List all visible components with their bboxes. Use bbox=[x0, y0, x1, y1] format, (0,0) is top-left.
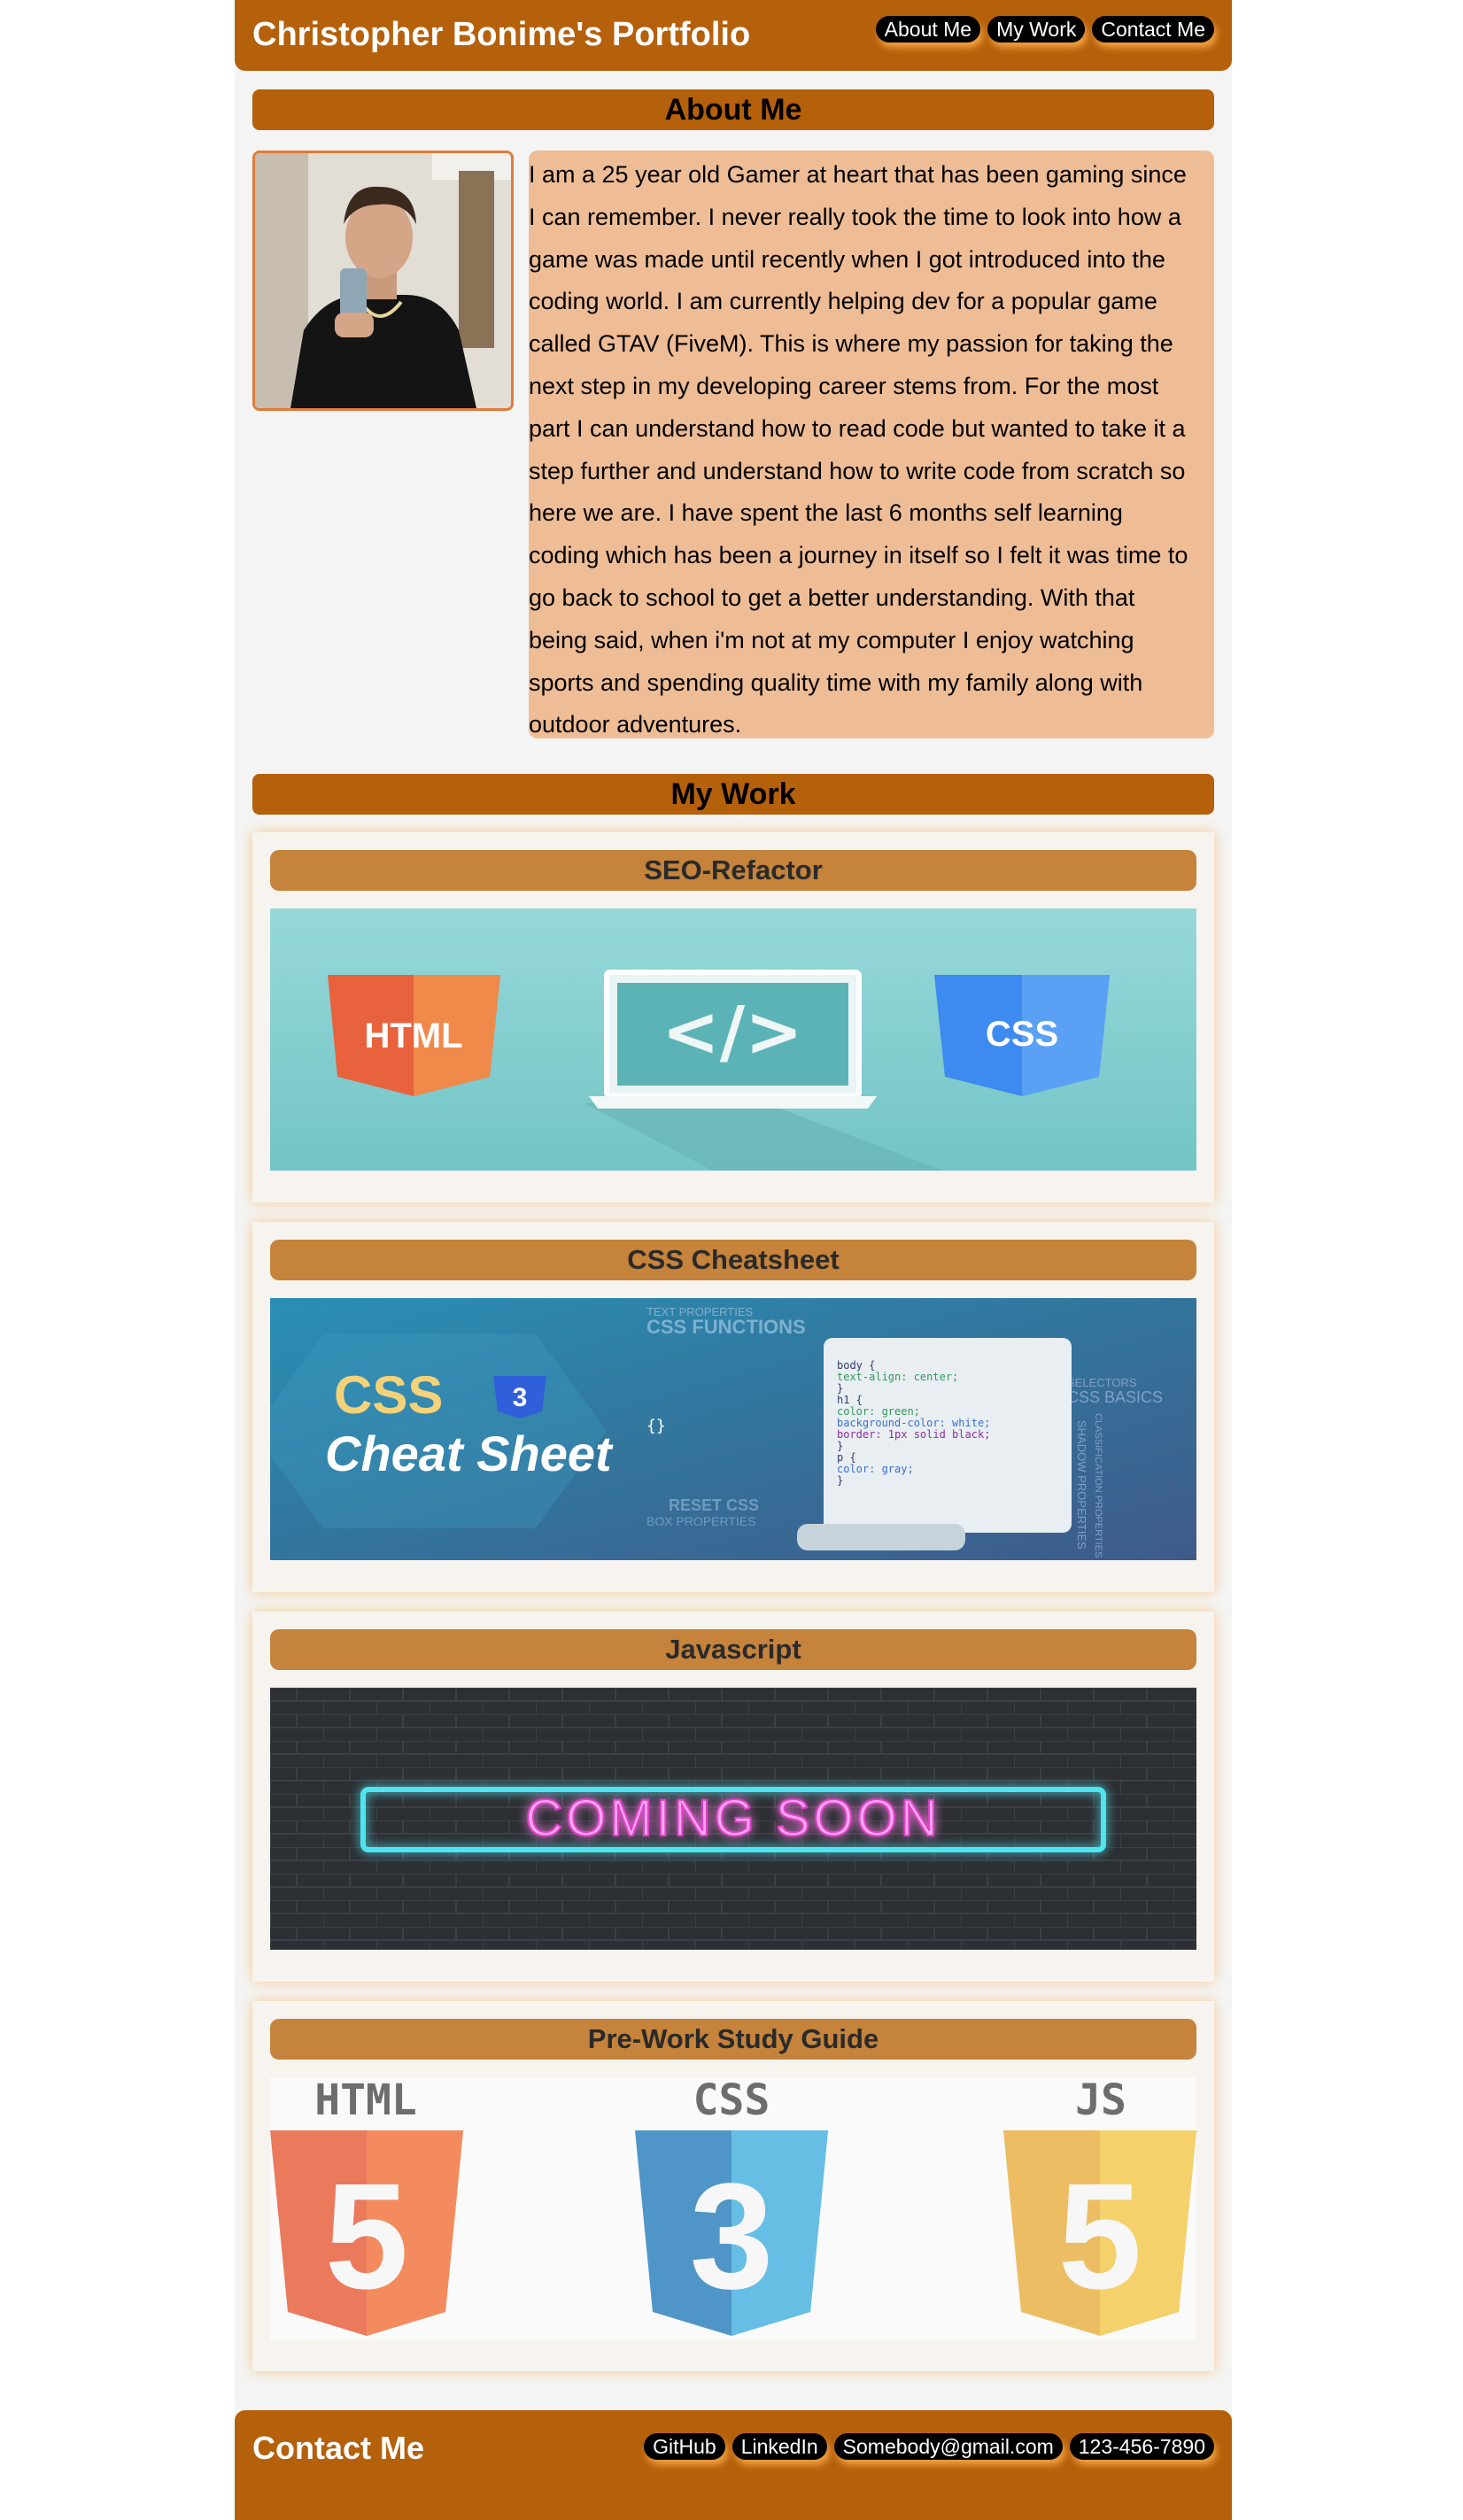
code-line: text-align: center; bbox=[837, 1371, 958, 1383]
site-footer: Contact Me GitHub LinkedIn Somebody@gmai… bbox=[235, 2410, 1232, 2520]
about-text: I am a 25 year old Gamer at heart that h… bbox=[529, 151, 1214, 738]
cheat-sheet-text: Cheat Sheet bbox=[325, 1426, 614, 1481]
page: Christopher Bonime's Portfolio About Me … bbox=[235, 0, 1232, 2520]
css-tag-text: CSS FUNCTIONS bbox=[646, 1316, 806, 1338]
css-badge-text: CSS bbox=[986, 1015, 1058, 1054]
about-line: I am a 25 year old Gamer at heart that h… bbox=[529, 161, 1187, 188]
about-line: coding world. I am currently helping dev… bbox=[529, 288, 1157, 315]
code-line: } bbox=[837, 1382, 843, 1395]
main-nav: About Me My Work Contact Me bbox=[875, 16, 1214, 43]
seo-refactor-image[interactable]: HTML </> CSS bbox=[270, 908, 1196, 1171]
coming-soon-image[interactable]: COMING SOON bbox=[270, 1688, 1196, 1950]
css-cheatsheet-image[interactable]: TEXT PROPERTIES CSS FUNCTIONS RESET CSS … bbox=[270, 1298, 1196, 1560]
project-card-study-guide[interactable]: Pre-Work Study Guide HTML 5 CSS 3 JS 5 bbox=[252, 2001, 1214, 2371]
coming-soon-text: COMING SOON bbox=[525, 1790, 940, 1847]
css-tag-text: SHADOW PROPERTIES bbox=[1075, 1420, 1088, 1550]
about-line: game was made until recently when I got … bbox=[529, 245, 1165, 273]
project-title: Pre-Work Study Guide bbox=[270, 2019, 1196, 2060]
code-line: } bbox=[837, 1440, 843, 1452]
project-title: Javascript bbox=[270, 1629, 1196, 1670]
css-tag-text: SELECTORS bbox=[1067, 1376, 1137, 1389]
about-line: called GTAV (FiveM). This is where my pa… bbox=[529, 330, 1173, 358]
site-title: Christopher Bonime's Portfolio bbox=[252, 16, 751, 53]
phone-link[interactable]: 123-456-7890 bbox=[1069, 2433, 1214, 2460]
about-line: sports and spending quality time with my… bbox=[529, 669, 1143, 696]
code-line: h1 { bbox=[837, 1394, 863, 1406]
project-title: SEO-Refactor bbox=[270, 850, 1196, 891]
css-tag-text: CLASSIFICATION PROPERTIES bbox=[1093, 1413, 1103, 1558]
code-line: p { bbox=[837, 1451, 856, 1464]
footer-title: Contact Me bbox=[252, 2430, 425, 2466]
about-line: go back to school to get a better unders… bbox=[529, 584, 1135, 611]
github-link[interactable]: GitHub bbox=[644, 2433, 725, 2460]
profile-photo bbox=[252, 151, 514, 411]
code-glyph-text: </> bbox=[662, 993, 802, 1072]
about-line: I can remember. I never really took the … bbox=[529, 203, 1181, 230]
linkedin-link[interactable]: LinkedIn bbox=[732, 2433, 827, 2460]
about-line: coding which has been a journey in itsel… bbox=[529, 542, 1188, 569]
css-tag-text: RESET CSS bbox=[669, 1496, 759, 1514]
code-line: background-color: white; bbox=[837, 1417, 990, 1429]
css-shield-digit: 3 bbox=[513, 1383, 528, 1412]
about-line: here we are. I have spent the last 6 mon… bbox=[529, 499, 1123, 527]
work-heading: My Work bbox=[252, 774, 1214, 815]
code-line: body { bbox=[837, 1359, 875, 1372]
css-tag-text: BOX PROPERTIES bbox=[646, 1514, 755, 1528]
css-brand-text: CSS bbox=[334, 1365, 443, 1425]
braces-text: {} bbox=[646, 1417, 666, 1435]
project-title: CSS Cheatsheet bbox=[270, 1240, 1196, 1280]
about-line: part I can understand how to read code b… bbox=[529, 414, 1186, 442]
code-line: border: 1px solid black; bbox=[837, 1428, 990, 1441]
study-guide-image[interactable]: HTML 5 CSS 3 JS 5 bbox=[270, 2077, 1196, 2339]
about-heading: About Me bbox=[252, 89, 1214, 130]
nav-contact-link[interactable]: Contact Me bbox=[1092, 16, 1214, 43]
about-line: outdoor adventures. bbox=[529, 711, 742, 738]
project-card-javascript[interactable]: Javascript COMING SOON bbox=[252, 1612, 1214, 1982]
code-line: } bbox=[837, 1474, 843, 1487]
project-card-css-cheatsheet[interactable]: CSS Cheatsheet TEXT PROPERTIES CSS FUNCT… bbox=[252, 1222, 1214, 1592]
contact-links: GitHub LinkedIn Somebody@gmail.com 123-4… bbox=[644, 2433, 1214, 2460]
nav-work-link[interactable]: My Work bbox=[987, 16, 1086, 43]
project-card-seo-refactor[interactable]: SEO-Refactor HTML </> CSS bbox=[252, 832, 1214, 1202]
code-line: color: green; bbox=[837, 1405, 920, 1418]
about-line: being said, when i'm not at my computer … bbox=[529, 626, 1134, 653]
email-link[interactable]: Somebody@gmail.com bbox=[833, 2433, 1063, 2460]
html-badge-text: HTML bbox=[364, 1017, 462, 1055]
nav-about-link[interactable]: About Me bbox=[875, 16, 981, 43]
about-line: next step in my developing career stems … bbox=[529, 372, 1159, 399]
site-header: Christopher Bonime's Portfolio About Me … bbox=[235, 0, 1232, 71]
css-tag-text: CSS BASICS bbox=[1067, 1388, 1163, 1406]
about-line: step further and understand how to write… bbox=[529, 457, 1186, 484]
code-line: color: gray; bbox=[837, 1463, 914, 1475]
